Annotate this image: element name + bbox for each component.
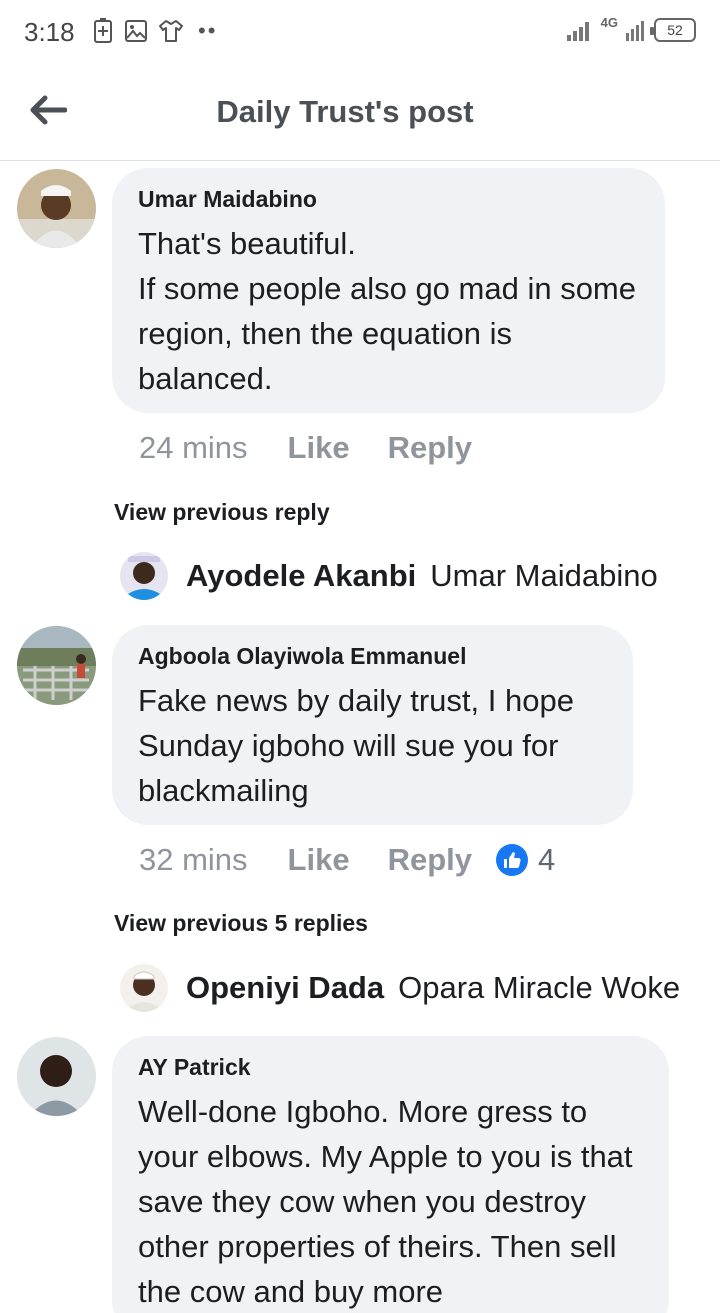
comment-author[interactable]: AY Patrick bbox=[138, 1054, 643, 1081]
notification-icons: •• bbox=[92, 18, 217, 44]
avatar[interactable] bbox=[120, 964, 168, 1012]
comment-bubble[interactable]: Umar Maidabino That's beautiful. If some… bbox=[112, 168, 665, 413]
comment-actions: 24 mins Like Reply bbox=[139, 430, 510, 466]
reply-preview[interactable]: Openiyi Dada Opara Miracle Woke bbox=[120, 964, 690, 1012]
avatar[interactable] bbox=[120, 552, 168, 600]
like-button[interactable]: Like bbox=[288, 430, 350, 466]
avatar[interactable] bbox=[17, 626, 96, 705]
battery-saver-icon bbox=[94, 18, 112, 43]
status-right: 4G 52 bbox=[566, 14, 696, 42]
signal-icon bbox=[566, 22, 589, 41]
app-header: Daily Trust's post bbox=[0, 64, 720, 161]
comment-actions: 32 mins Like Reply 4 bbox=[139, 842, 555, 878]
reply-button[interactable]: Reply bbox=[388, 430, 472, 466]
comment-text: Fake news by daily trust, I hope Sunday … bbox=[138, 683, 574, 808]
comment-author[interactable]: Umar Maidabino bbox=[138, 186, 639, 213]
reply-author: Ayodele Akanbi bbox=[186, 558, 417, 593]
like-count: 4 bbox=[538, 842, 556, 877]
comment-bubble[interactable]: AY Patrick Well-done Igboho. More gress … bbox=[112, 1036, 669, 1313]
signal-icon-2 bbox=[626, 21, 644, 41]
status-bar: 3:18 •• 4G 52 bbox=[0, 0, 720, 64]
comment-text: Well-done Igboho. More gress to your elb… bbox=[138, 1094, 633, 1309]
shirt-icon bbox=[159, 20, 183, 42]
view-previous-replies[interactable]: View previous reply bbox=[114, 499, 330, 526]
reaction-count[interactable]: 4 bbox=[496, 842, 555, 878]
comment-bubble[interactable]: Agboola Olayiwola Emmanuel Fake news by … bbox=[112, 625, 633, 825]
like-button[interactable]: Like bbox=[288, 842, 350, 878]
reply-author: Openiyi Dada bbox=[186, 970, 385, 1005]
view-previous-replies[interactable]: View previous 5 replies bbox=[114, 910, 368, 937]
comment-text: That's beautiful. If some people also go… bbox=[138, 226, 636, 396]
page-title: Daily Trust's post bbox=[216, 94, 474, 129]
comment-time[interactable]: 32 mins bbox=[139, 842, 248, 878]
reply-snippet: Umar Maidabino bbox=[430, 558, 658, 593]
reply-snippet: Opara Miracle Woke bbox=[398, 970, 681, 1005]
comment-time[interactable]: 24 mins bbox=[139, 430, 248, 466]
comment-author[interactable]: Agboola Olayiwola Emmanuel bbox=[138, 643, 607, 670]
status-time: 3:18 bbox=[24, 17, 75, 47]
reply-preview[interactable]: Ayodele Akanbi Umar Maidabino bbox=[120, 552, 690, 600]
reply-button[interactable]: Reply bbox=[388, 842, 472, 878]
gallery-icon bbox=[125, 20, 147, 42]
thumbs-up-icon bbox=[496, 844, 528, 876]
more-notifications-dots: •• bbox=[198, 18, 218, 43]
battery-icon: 52 bbox=[650, 18, 696, 42]
avatar[interactable] bbox=[17, 169, 96, 248]
network-type: 4G bbox=[600, 14, 618, 30]
avatar[interactable] bbox=[17, 1037, 96, 1116]
battery-level: 52 bbox=[667, 22, 683, 38]
